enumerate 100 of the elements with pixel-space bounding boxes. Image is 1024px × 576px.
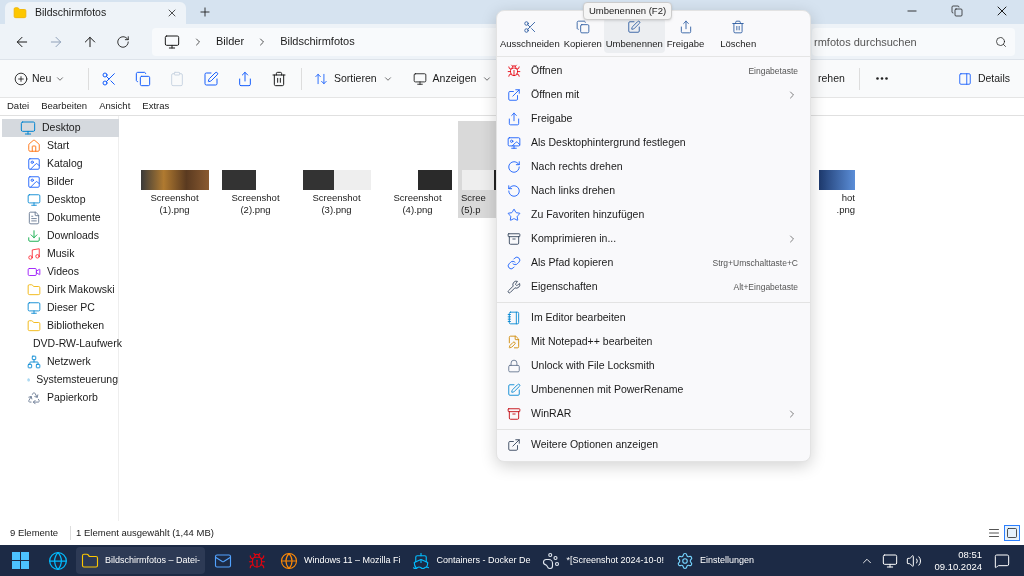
menu-item[interactable]: Datei	[7, 99, 30, 114]
breadcrumb[interactable]: Bilder	[216, 33, 245, 50]
menu-item[interactable]: Als Pfad kopieren Strg+Umschalttaste+C	[497, 251, 810, 275]
copy-icon	[135, 70, 151, 87]
video-icon	[27, 265, 41, 279]
sidebar-item[interactable]: Papierkorb	[2, 389, 118, 407]
menu-item[interactable]: Öffnen Eingabetaste	[497, 59, 810, 83]
taskbar-app[interactable]: Einstellungen	[671, 547, 760, 574]
sidebar-item[interactable]: Start	[2, 137, 118, 155]
view-toggle[interactable]	[1004, 525, 1020, 541]
rename-icon	[203, 70, 219, 87]
paw-icon	[542, 551, 561, 570]
bug-icon	[507, 64, 521, 78]
whale-icon	[412, 551, 431, 570]
close-icon	[166, 7, 178, 19]
file-name: Screenshot	[150, 192, 199, 204]
sidebar-item[interactable]: Downloads	[2, 227, 118, 245]
menu-item[interactable]: WinRAR	[497, 402, 810, 426]
file-item[interactable]: Screenshot (1).png	[134, 121, 215, 218]
clock[interactable]: 08:51 09.10.2024	[934, 548, 982, 573]
file-name: (3).png	[321, 204, 352, 216]
sidebar-item[interactable]: Bilder	[2, 173, 118, 191]
folder-icon	[27, 283, 41, 297]
more-options-icon	[507, 438, 521, 452]
menu-item[interactable]: Weitere Optionen anzeigen	[497, 433, 810, 457]
taskbar-app[interactable]: *[Screenshot 2024-10-0!	[537, 547, 670, 574]
monitor-icon	[20, 120, 36, 136]
menu-item[interactable]: Öffnen mit	[497, 83, 810, 107]
windows-logo-icon	[11, 552, 29, 569]
gear-icon	[676, 551, 695, 570]
menu-item[interactable]: Eigenschaften Alt+Eingabetaste	[497, 275, 810, 299]
wrench-icon	[507, 280, 521, 294]
thumbnail-image	[140, 170, 209, 190]
menu-item[interactable]: Im Editor bearbeiten	[497, 306, 810, 330]
menu-item[interactable]: Extras	[142, 99, 170, 114]
menu-item[interactable]: Bearbeiten	[41, 99, 88, 114]
menu-action-button[interactable]: Löschen	[718, 17, 759, 53]
sidebar-item[interactable]: Dieser PC	[2, 299, 118, 317]
sort-button[interactable]: Sortieren	[314, 70, 393, 87]
file-name: .png	[836, 204, 855, 216]
menu-item[interactable]: Komprimieren in...	[497, 227, 810, 251]
menu-item[interactable]: Unlock with File Locksmith	[497, 354, 810, 378]
file-item[interactable]: Screenshot (3).png	[296, 121, 377, 218]
sidebar-item[interactable]: Dokumente	[2, 209, 118, 227]
file-item[interactable]: Screenshot (4).png	[377, 121, 458, 218]
menu-item[interactable]: Nach links drehen	[497, 179, 810, 203]
details-pane-icon	[957, 71, 972, 86]
menu-item[interactable]: Ansicht	[99, 99, 131, 114]
file-name: Scree	[460, 192, 486, 204]
file-item[interactable]: hot .png	[815, 121, 855, 218]
details-button[interactable]: Details	[957, 70, 1010, 87]
sidebar-item[interactable]: Bibliotheken	[2, 317, 118, 335]
browser-icon	[48, 550, 68, 571]
list-view-icon	[988, 527, 1000, 539]
shortcut-label: Alt+Eingabetaste	[733, 280, 798, 294]
file-item[interactable]: Screenshot (2).png	[215, 121, 296, 218]
file-name: hot	[841, 192, 855, 204]
new-button[interactable]: Neu	[14, 70, 74, 87]
refresh-icon	[116, 34, 130, 49]
menu-item[interactable]: Umbenennen mit PowerRename	[497, 378, 810, 402]
sidebar-item[interactable]: Musik	[2, 245, 118, 263]
network-icon	[882, 552, 899, 569]
file-name: Screenshot	[312, 192, 361, 204]
menu-item[interactable]: Freigabe	[497, 107, 810, 131]
file-name: (4).png	[402, 204, 433, 216]
menu-item[interactable]: Als Desktophintergrund festlegen	[497, 131, 810, 155]
file-name: (1).png	[159, 204, 190, 216]
lock-icon	[507, 359, 521, 373]
rename-icon	[507, 383, 521, 397]
sidebar-item[interactable]: Netzwerk	[2, 353, 118, 371]
sidebar-item[interactable]: Desktop	[2, 191, 118, 209]
view-icon	[412, 71, 427, 86]
thumbnail-image	[302, 170, 371, 190]
menu-item[interactable]: Mit Notepad++ bearbeiten	[497, 330, 810, 354]
sidebar-item[interactable]: Katalog	[2, 155, 118, 173]
selection-info: 1 Element ausgewählt (1,44 MB)	[70, 525, 214, 541]
taskbar-app[interactable]: Containers - Docker De	[407, 547, 536, 574]
view-button[interactable]: Anzeigen	[412, 70, 493, 87]
recycle-bin-icon	[27, 391, 41, 405]
taskbar-app[interactable]: Bildschirmfotos – Datei-	[76, 547, 206, 574]
taskbar-app[interactable]: Windows 11 – Mozilla Fi	[275, 547, 406, 574]
monitor-icon	[27, 193, 41, 207]
sidebar-item[interactable]: Desktop	[2, 119, 119, 137]
image-icon	[27, 175, 41, 189]
breadcrumb[interactable]: Bildschirmfotos	[280, 33, 355, 50]
search-field[interactable]: rmfotos durchsuchen	[812, 27, 1015, 56]
shortcut-label: Eingabetaste	[748, 64, 798, 78]
folder-icon	[13, 6, 27, 20]
shortcut-label: Strg+Umschalttaste+C	[712, 256, 798, 270]
menu-item[interactable]: Zu Favoriten hinzufügen	[497, 203, 810, 227]
tab[interactable]: Bildschirmfotos	[5, 2, 186, 24]
archive-icon	[507, 407, 521, 421]
sidebar-item[interactable]: Systemsteuerung	[2, 371, 118, 389]
menu-item[interactable]: Nach rechts drehen	[497, 155, 810, 179]
sidebar-item[interactable]: Videos	[2, 263, 118, 281]
file-item[interactable]: Scree (5).p	[458, 121, 499, 218]
sidebar-item[interactable]: Dirk Makowski	[2, 281, 118, 299]
more-icon[interactable]	[875, 77, 888, 80]
plus-circle-icon	[14, 71, 28, 86]
monitor-icon	[27, 301, 41, 315]
